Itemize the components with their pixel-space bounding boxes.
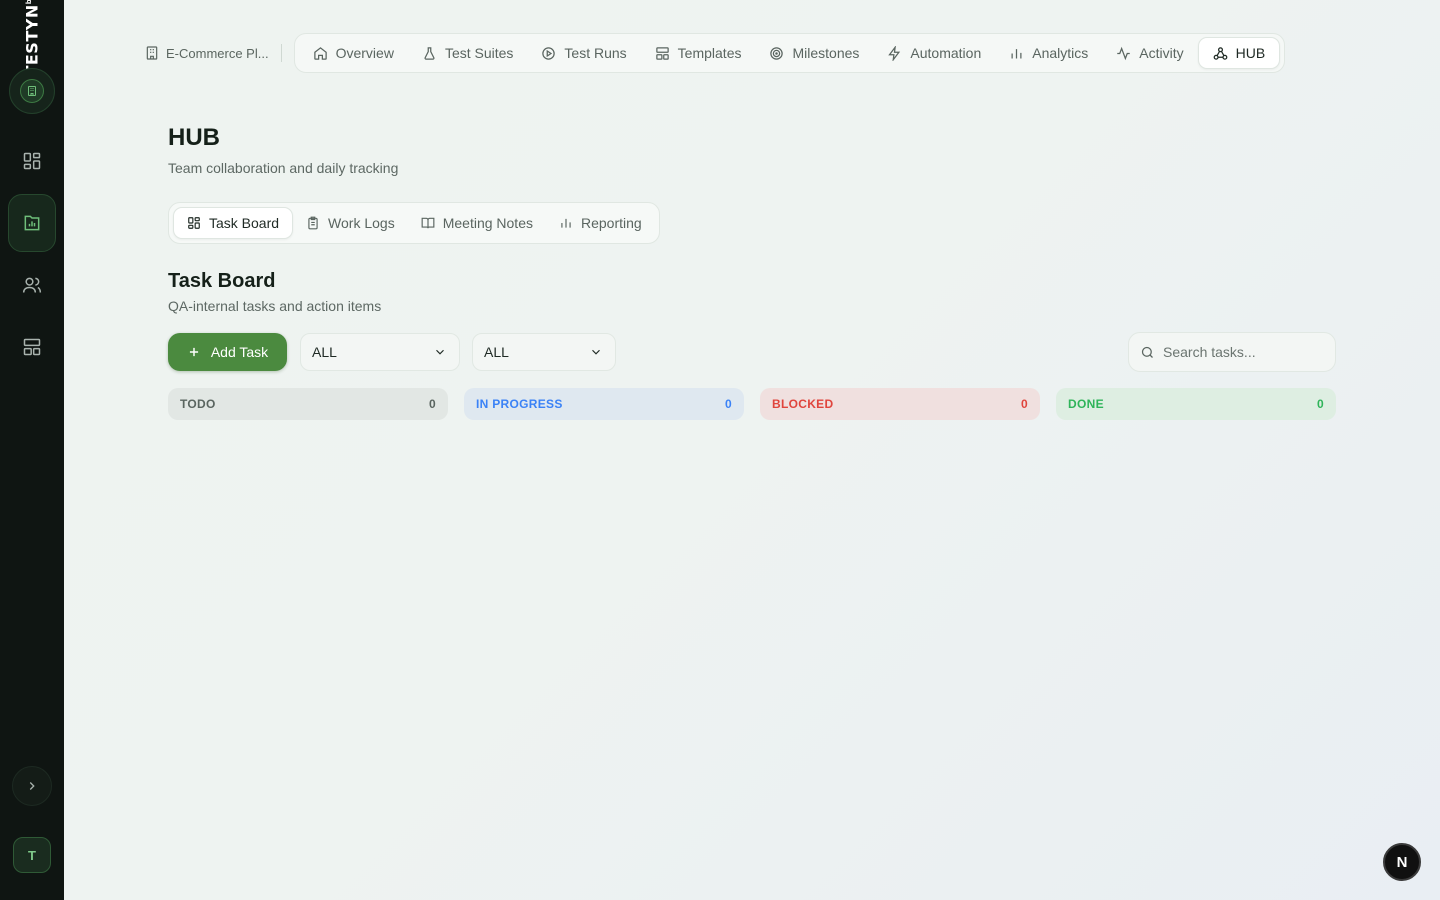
tab-label: Activity: [1139, 45, 1184, 61]
column-label: IN PROGRESS: [476, 397, 563, 411]
column-count: 0: [725, 397, 732, 411]
column-count: 0: [1021, 397, 1028, 411]
clipboard-icon: [306, 216, 320, 230]
tab-test-suites[interactable]: Test Suites: [408, 37, 527, 69]
project-name: E-Commerce Pl...: [166, 45, 269, 61]
subtab-label: Meeting Notes: [442, 215, 533, 231]
tab-label: Analytics: [1032, 45, 1089, 61]
search-icon: [1140, 345, 1155, 360]
assignee-filter-select[interactable]: ALL: [472, 333, 616, 371]
team-nav-button[interactable]: [9, 262, 55, 308]
folder-chart-icon: [22, 213, 42, 233]
bar-chart-icon: [1009, 46, 1024, 61]
tab-label: Overview: [335, 45, 394, 61]
tab-label: Test Runs: [564, 45, 627, 61]
tab-label: HUB: [1235, 45, 1266, 61]
section-title: Task Board: [168, 270, 276, 292]
target-icon: [769, 46, 784, 61]
tab-templates[interactable]: Templates: [641, 37, 756, 69]
dashboard-nav-button[interactable]: [9, 138, 55, 184]
subtab-meeting-notes[interactable]: Meeting Notes: [408, 207, 546, 239]
column-label: TODO: [180, 397, 216, 411]
column-label: BLOCKED: [772, 397, 834, 411]
column-count: 0: [429, 397, 436, 411]
page-title: HUB: [168, 124, 220, 151]
tab-label: Milestones: [792, 45, 860, 61]
layout-icon: [22, 337, 42, 357]
column-todo: TODO 0: [168, 388, 448, 420]
status-filter-value: ALL: [312, 344, 337, 360]
tab-label: Test Suites: [444, 45, 514, 61]
subtab-reporting[interactable]: Reporting: [546, 207, 655, 239]
building-icon: [144, 45, 160, 61]
tab-label: Automation: [910, 45, 982, 61]
workspace-button[interactable]: [9, 68, 55, 114]
user-avatar[interactable]: T: [13, 837, 51, 873]
sidebar: TESTYNbeta T: [0, 0, 64, 900]
column-in-progress: IN PROGRESS 0: [464, 388, 744, 420]
add-task-label: Add Task: [210, 344, 269, 360]
subtab-work-logs[interactable]: Work Logs: [293, 207, 408, 239]
project-tabs: Overview Test Suites Test Runs Templates…: [293, 33, 1286, 73]
bolt-icon: [887, 45, 902, 61]
column-done: DONE 0: [1056, 388, 1336, 420]
tab-activity[interactable]: Activity: [1102, 37, 1197, 69]
top-navigation: E-Commerce Pl... Overview Test Suites Te…: [140, 33, 1286, 73]
tab-automation[interactable]: Automation: [873, 37, 995, 69]
column-label: DONE: [1068, 397, 1104, 411]
tab-test-runs[interactable]: Test Runs: [527, 37, 640, 69]
subtab-label: Work Logs: [328, 215, 395, 231]
plus-icon: [187, 345, 201, 359]
network-icon: [1213, 46, 1228, 61]
search-input[interactable]: [1163, 344, 1323, 360]
tab-analytics[interactable]: Analytics: [995, 37, 1102, 69]
activity-icon: [1116, 46, 1131, 61]
assignee-filter-value: ALL: [484, 344, 509, 360]
home-icon: [313, 46, 328, 61]
bar-chart-icon: [559, 216, 573, 230]
grid-icon: [22, 151, 42, 171]
flask-icon: [422, 46, 437, 61]
users-icon: [22, 275, 42, 295]
play-circle-icon: [541, 46, 556, 61]
add-task-button[interactable]: Add Task: [168, 333, 287, 371]
tab-hub[interactable]: HUB: [1197, 37, 1281, 69]
subtab-label: Task Board: [209, 215, 280, 231]
column-count: 0: [1317, 397, 1324, 411]
chevron-down-icon: [433, 345, 447, 359]
search-box: [1128, 332, 1336, 372]
assistant-button[interactable]: N: [1383, 843, 1421, 881]
building-icon: [20, 79, 44, 103]
page-subtitle: Team collaboration and daily tracking: [168, 160, 399, 176]
subtab-task-board[interactable]: Task Board: [173, 207, 294, 239]
column-blocked: BLOCKED 0: [760, 388, 1040, 420]
subtab-label: Reporting: [581, 215, 642, 231]
chevron-down-icon: [589, 345, 603, 359]
status-filter-select[interactable]: ALL: [300, 333, 460, 371]
tab-overview[interactable]: Overview: [299, 37, 408, 69]
project-breadcrumb[interactable]: E-Commerce Pl...: [140, 44, 282, 62]
chevron-right-icon: [25, 779, 39, 793]
grid-icon: [187, 216, 201, 230]
section-subtitle: QA-internal tasks and action items: [168, 298, 382, 314]
layouts-nav-button[interactable]: [9, 324, 55, 370]
hub-subtabs: Task Board Work Logs Meeting Notes Repor…: [168, 202, 660, 244]
tab-label: Templates: [677, 45, 742, 61]
app-logo[interactable]: TESTYNbeta: [0, 0, 64, 76]
expand-sidebar-button[interactable]: [12, 766, 52, 806]
tab-milestones[interactable]: Milestones: [755, 37, 873, 69]
projects-nav-button[interactable]: [8, 194, 56, 252]
book-open-icon: [421, 216, 435, 230]
template-icon: [655, 46, 670, 61]
